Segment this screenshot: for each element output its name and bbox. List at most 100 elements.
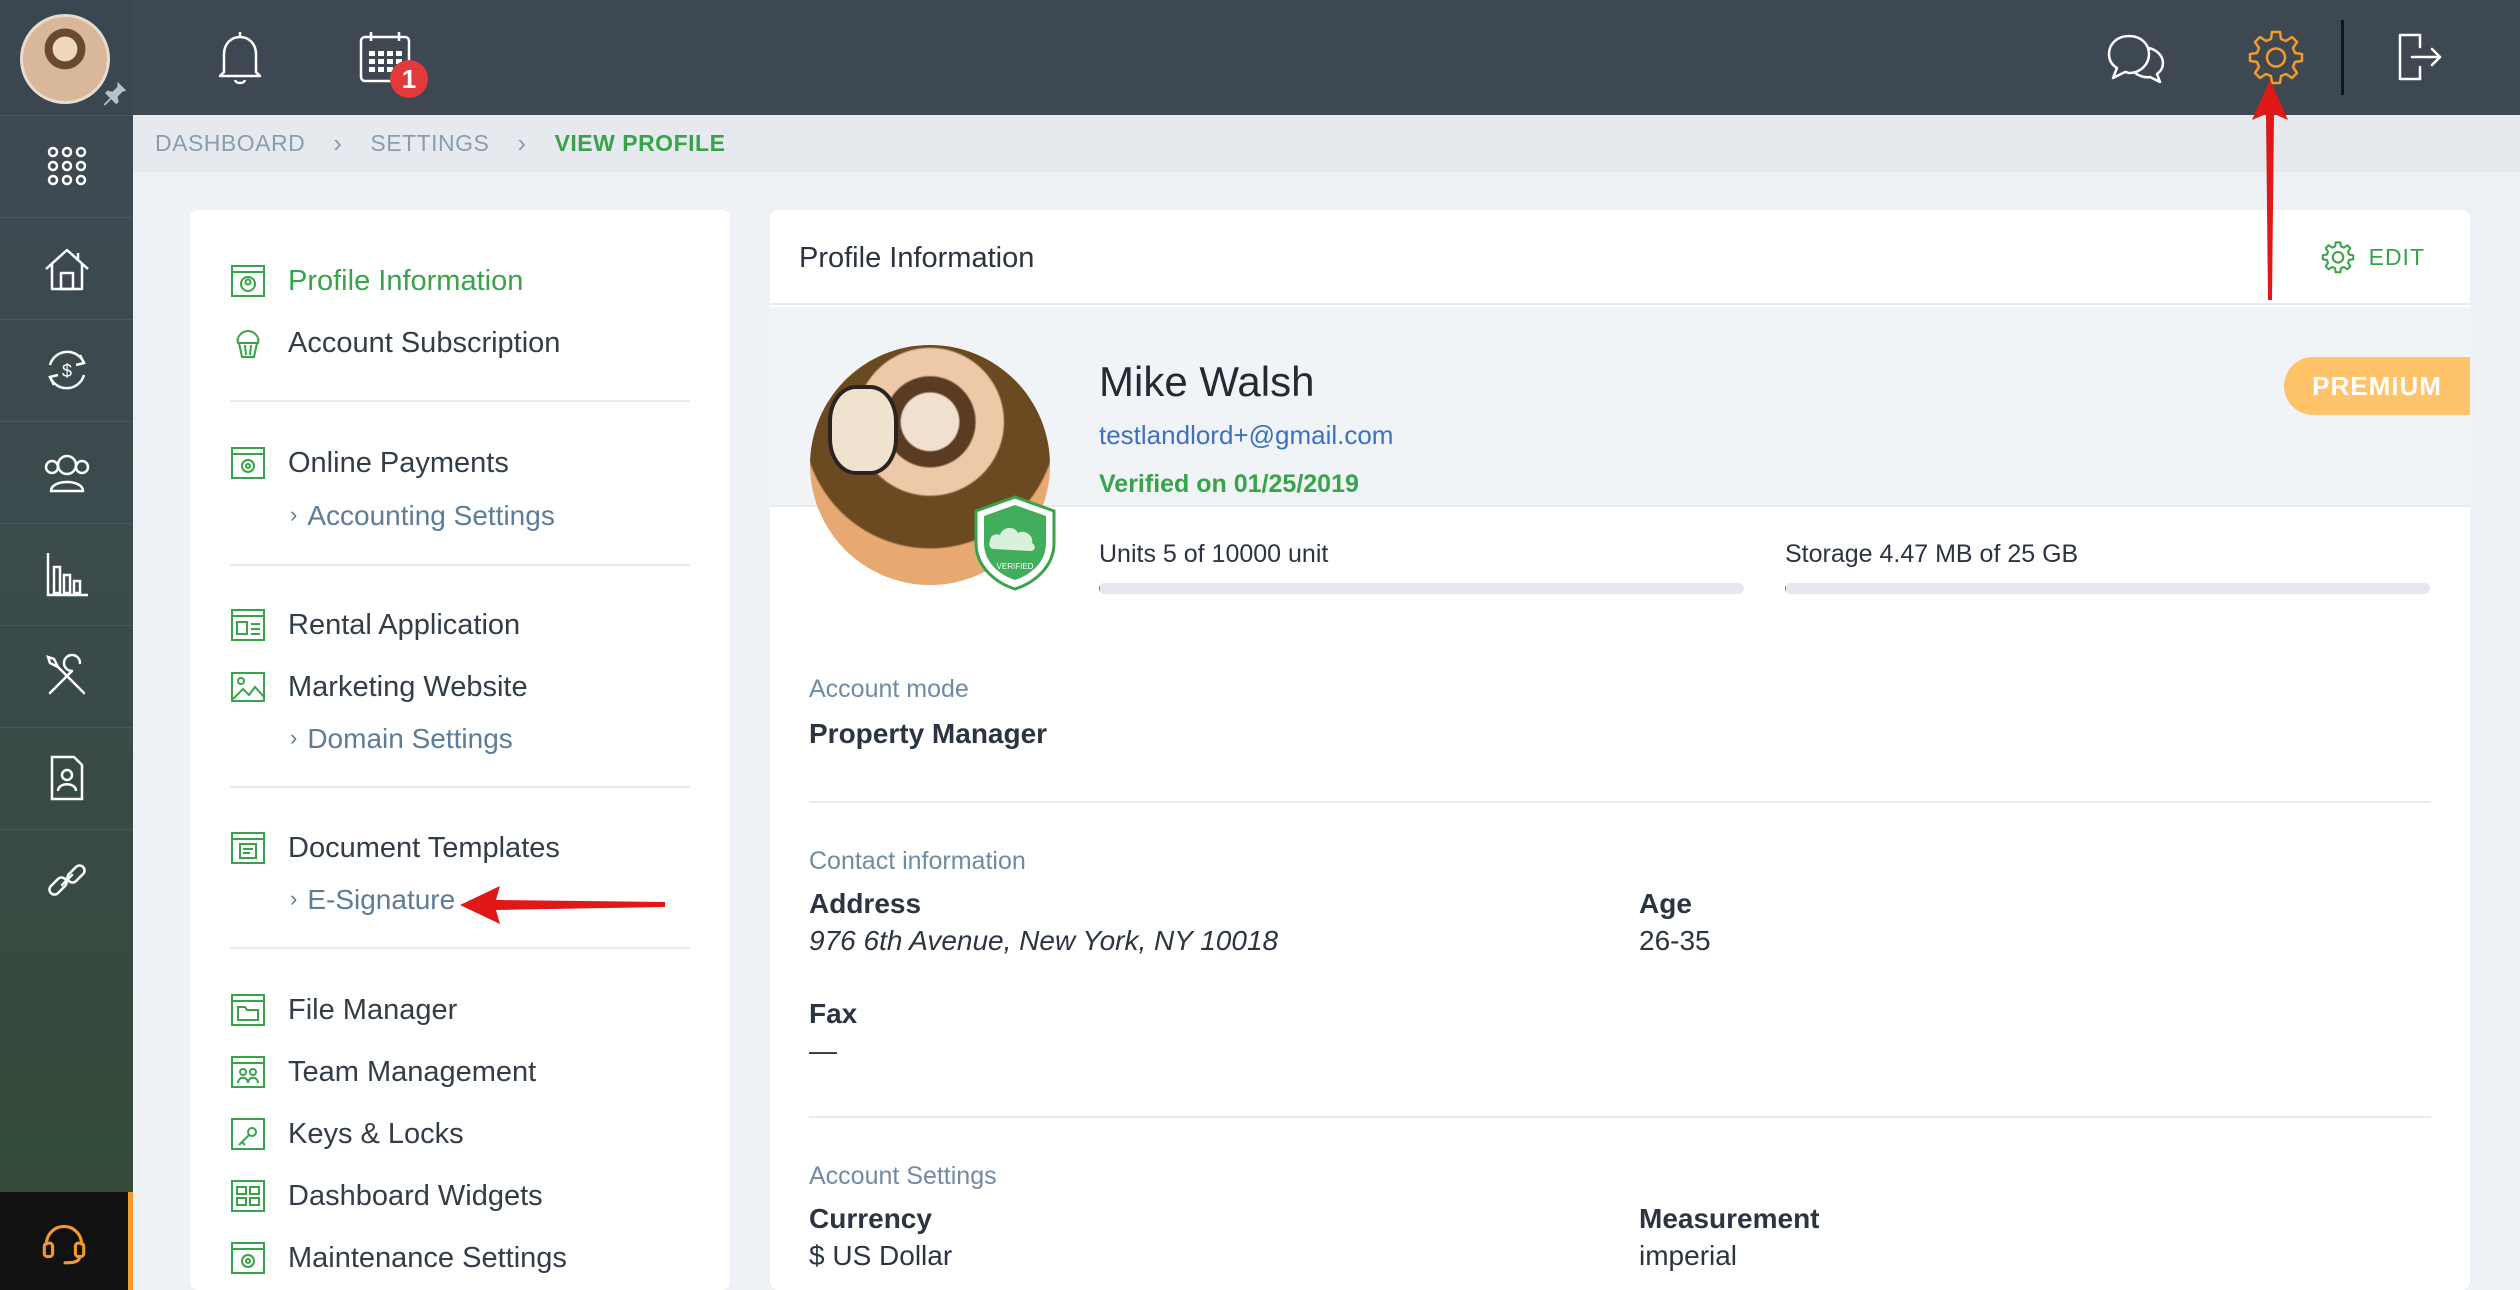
submenu-label: Accounting Settings [307, 500, 555, 531]
contact-heading: Contact information [809, 847, 1026, 875]
chevron-right-icon: › [290, 725, 298, 750]
menu-keys-locks[interactable]: Keys & Locks [230, 1116, 464, 1152]
widgets-icon [230, 1178, 266, 1214]
calendar-button[interactable]: 1 [350, 22, 428, 98]
house-icon [44, 248, 89, 290]
menu-document-templates[interactable]: Document Templates [230, 830, 560, 866]
menu-account-subscription[interactable]: Account Subscription [230, 325, 560, 361]
chevron-right-icon: › [290, 886, 298, 911]
section-divider [809, 1116, 2431, 1118]
logout-icon [2398, 33, 2442, 81]
submenu-accounting-settings[interactable]: › Accounting Settings [290, 500, 555, 532]
document-window-icon [230, 830, 266, 866]
address-label: Address [809, 888, 922, 919]
support-button[interactable] [0, 1192, 133, 1290]
section-divider [809, 801, 2431, 803]
chevron-right-icon: › [517, 128, 527, 158]
menu-label: Rental Application [288, 608, 521, 641]
chevron-right-icon: › [333, 128, 343, 158]
age-label: Age [1639, 888, 1692, 919]
edit-label: EDIT [2368, 243, 2425, 270]
measurement-label: Measurement [1639, 1203, 1820, 1234]
image-icon [230, 669, 266, 705]
address-value: 976 6th Avenue, New York, NY 10018 [809, 925, 1279, 956]
menu-divider [230, 947, 690, 949]
nav-people[interactable] [0, 421, 133, 521]
user-avatar[interactable] [0, 0, 133, 115]
profile-card: Profile Information EDIT VERIFIED Mike W… [770, 210, 2470, 1290]
notifications-button[interactable] [205, 22, 275, 92]
nav-documents[interactable] [0, 727, 133, 827]
avatar-image [20, 14, 110, 104]
menu-maintenance-settings[interactable]: Maintenance Settings [230, 1240, 567, 1276]
nav-reports[interactable] [0, 523, 133, 623]
tools-icon [45, 653, 85, 694]
annotation-arrow-esignature [460, 886, 665, 924]
premium-badge: PREMIUM [2284, 357, 2470, 415]
units-progress-track [1099, 583, 1744, 594]
photo-hat [828, 385, 898, 475]
profile-email[interactable]: testlandlord+@gmail.com [1099, 420, 1393, 451]
fax-value: — [809, 1035, 837, 1066]
chat-icon [2107, 34, 2165, 84]
menu-rental-application[interactable]: Rental Application [230, 607, 520, 643]
nav-maintenance[interactable] [0, 625, 133, 725]
menu-label: Marketing Website [288, 670, 528, 703]
units-meter: Units 5 of 10000 unit [1099, 540, 1744, 594]
profile-card-title: Profile Information [799, 242, 1035, 274]
units-label: Units 5 of 10000 unit [1099, 540, 1329, 568]
menu-file-manager[interactable]: File Manager [230, 992, 457, 1028]
logout-button[interactable] [2383, 22, 2453, 92]
edit-button[interactable]: EDIT [2321, 240, 2425, 274]
storage-meter: Storage 4.47 MB of 25 GB [1785, 540, 2430, 594]
verified-shield-icon: VERIFIED [974, 495, 1056, 591]
menu-label: Document Templates [288, 831, 560, 864]
menu-dashboard-widgets[interactable]: Dashboard Widgets [230, 1178, 543, 1214]
bar-chart-icon [46, 552, 88, 596]
storage-progress-track [1785, 583, 2430, 594]
settings-menu: Profile Information Account Subscription… [190, 210, 730, 1290]
nav-properties[interactable] [0, 217, 133, 317]
profile-name: Mike Walsh [1099, 358, 1315, 405]
menu-label: Dashboard Widgets [288, 1179, 543, 1212]
top-bar: 1 [133, 0, 2520, 115]
menu-marketing-website[interactable]: Marketing Website [230, 669, 528, 705]
bell-icon [218, 32, 262, 85]
menu-divider [230, 564, 690, 566]
menu-label: Team Management [288, 1055, 537, 1088]
submenu-label: E-Signature [307, 884, 456, 915]
submenu-e-signature[interactable]: › E-Signature [290, 884, 455, 916]
menu-label: Account Subscription [288, 326, 561, 359]
menu-online-payments[interactable]: Online Payments [230, 445, 509, 481]
nav-apps[interactable] [0, 115, 133, 215]
menu-team-management[interactable]: Team Management [230, 1054, 536, 1090]
nav-payments[interactable]: $ [0, 319, 133, 419]
fax-label: Fax [809, 998, 858, 1029]
menu-profile-information[interactable]: Profile Information [230, 263, 523, 299]
submenu-domain-settings[interactable]: › Domain Settings [290, 723, 513, 755]
profile-card-header: Profile Information EDIT [770, 210, 2470, 305]
menu-label: Keys & Locks [288, 1117, 464, 1150]
pin-icon[interactable] [100, 78, 130, 108]
menu-divider [230, 400, 690, 402]
payments-window-icon [230, 445, 266, 481]
people-icon [44, 454, 89, 492]
headset-icon [42, 1224, 86, 1265]
menu-label: Maintenance Settings [288, 1241, 567, 1274]
breadcrumb-settings[interactable]: SETTINGS [370, 130, 489, 157]
verified-date: Verified on 01/25/2019 [1099, 470, 1359, 498]
menu-divider [230, 786, 690, 788]
currency-value: $ US Dollar [809, 1240, 953, 1271]
nav-links[interactable] [0, 829, 133, 929]
gear-icon [2248, 30, 2304, 85]
left-nav: $ [0, 0, 133, 1290]
folder-window-icon [230, 992, 266, 1028]
chevron-right-icon: › [290, 502, 298, 527]
menu-label: File Manager [288, 993, 458, 1026]
topbar-divider [2341, 20, 2344, 95]
messages-button[interactable] [2101, 22, 2171, 92]
breadcrumb-dashboard[interactable]: DASHBOARD [155, 130, 305, 157]
calendar-badge: 1 [390, 60, 428, 98]
breadcrumb-view-profile: VIEW PROFILE [554, 130, 726, 156]
key-window-icon [230, 1116, 266, 1152]
